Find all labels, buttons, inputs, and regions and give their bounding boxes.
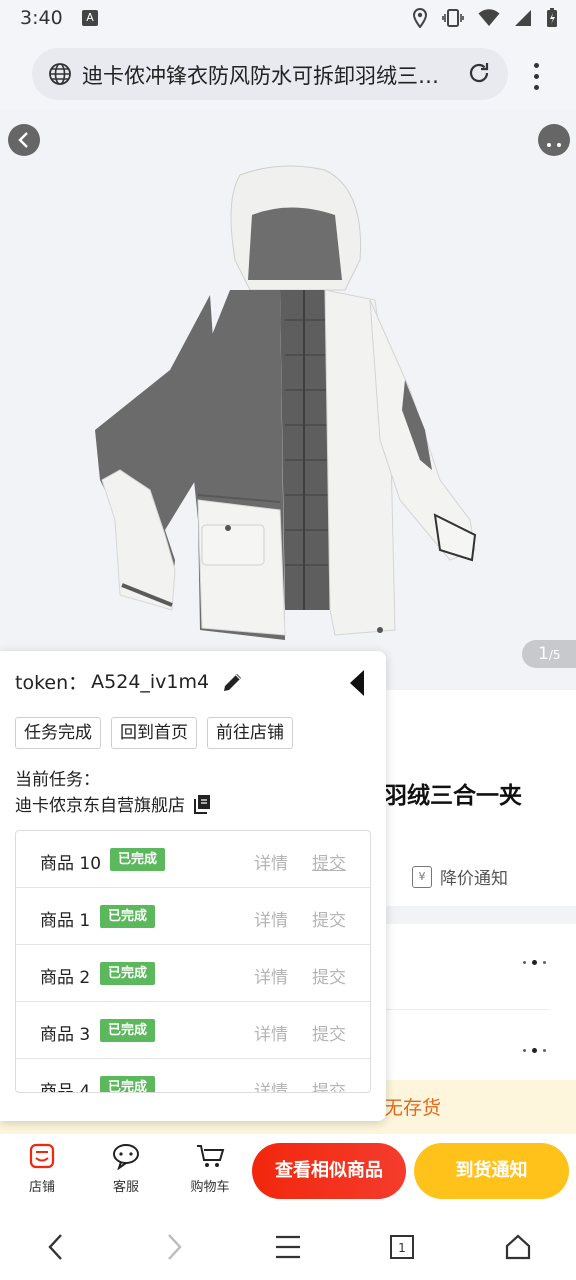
token-row: token： A524_iv1m4 [15,668,245,695]
stock-status-text: 无存货 [384,1097,442,1119]
back-home-button[interactable]: 回到首页 [111,717,197,749]
cart-label: 购物车 [190,1180,230,1195]
jacket-product-image [95,165,477,640]
submit-link[interactable]: 提交 [312,1077,346,1092]
status-icons [412,7,558,29]
token-label: token： [15,672,88,694]
status-badge: 已完成 [100,1019,156,1042]
item-name: 商品 2 [40,968,91,988]
price-alert-label: 降价通知 [440,869,508,889]
service-label: 客服 [112,1180,139,1195]
edit-icon[interactable] [221,670,245,694]
globe-icon [49,63,71,85]
cart-icon [197,1145,225,1167]
cart-tab[interactable]: 购物车 [182,1142,238,1195]
service-tab[interactable]: 客服 [98,1142,154,1195]
panel-button-row: 任务完成 回到首页 前往店铺 [15,717,293,749]
submit-link[interactable]: 提交 [312,963,346,988]
status-time: 3:40 [20,7,63,29]
arrival-notify-button[interactable]: 到货通知 [414,1143,569,1199]
browser-nav-bar: 1 [0,1214,576,1280]
task-complete-button[interactable]: 任务完成 [15,717,101,749]
item-name: 商品 1 [40,911,91,931]
submit-link[interactable]: 提交 [312,849,346,874]
page-title-url: 迪卡侬冲锋衣防风防水可拆卸羽绒三合一夹克 [82,64,452,88]
list-item: 商品 2 已完成 详情 提交 [16,945,370,1002]
location-icon [412,8,428,28]
svg-text:1: 1 [398,1241,406,1255]
browser-toolbar: 迪卡侬冲锋衣防风防水可拆卸羽绒三合一夹克 [0,38,576,110]
item-name: 商品 10 [40,854,102,874]
list-item: 商品 10 已完成 详情 提交 [16,831,370,888]
nav-back-icon[interactable] [44,1232,68,1262]
cell-signal-icon [515,10,531,26]
image-counter: 1/5 [522,640,576,668]
price-alert-button[interactable]: ¥ 降价通知 [412,864,508,889]
battery-icon [547,8,557,27]
status-badge: 已完成 [100,905,156,928]
bottom-action-bar: 店铺 客服 购物车 查看相似商品 到货通知 [0,1134,576,1214]
submit-link[interactable]: 提交 [312,906,346,931]
item-name: 商品 3 [40,1025,91,1045]
shop-tab[interactable]: 店铺 [14,1142,70,1195]
nav-menu-icon[interactable] [274,1232,302,1262]
status-badge: 已完成 [110,848,166,871]
current-task-shop: 迪卡侬京东自营旗舰店 [15,791,211,816]
status-badge: 已完成 [100,962,156,985]
detail-link[interactable]: 详情 [254,849,288,874]
wifi-icon [478,9,500,26]
detail-link[interactable]: 详情 [254,906,288,931]
detail-link[interactable]: 详情 [254,963,288,988]
item-name: 商品 4 [40,1082,91,1093]
current-task-shop-name: 迪卡侬京东自营旗舰店 [15,796,185,816]
go-to-shop-button[interactable]: 前往店铺 [207,717,293,749]
list-item: 商品 3 已完成 详情 提交 [16,1002,370,1059]
detail-link[interactable]: 详情 [254,1077,288,1092]
back-icon[interactable] [8,124,40,156]
nav-home-icon[interactable] [504,1232,532,1262]
task-item-list[interactable]: 商品 10 已完成 详情 提交 商品 1 已完成 详情 提交 商品 2 已完成 … [15,830,371,1093]
token-value: A524_iv1m4 [91,670,210,693]
option-row[interactable] [384,924,550,1010]
current-task-label: 当前任务： [15,770,100,790]
nav-tabs-icon[interactable]: 1 [388,1232,416,1262]
status-bar: 3:40 A [0,0,576,38]
product-gallery[interactable] [0,110,576,690]
task-panel: token： A524_iv1m4 任务完成 回到首页 前往店铺 当前任务： 迪… [0,651,386,1121]
product-title: 羽绒三合一夹 [384,783,522,809]
reload-icon[interactable] [466,60,492,86]
customer-service-icon [113,1144,139,1171]
list-item: 商品 4 已完成 详情 提交 [16,1059,370,1093]
copy-icon[interactable] [193,794,211,814]
browser-menu-icon[interactable] [526,60,546,90]
list-item: 商品 1 已完成 详情 提交 [16,888,370,945]
collapse-panel-icon[interactable] [346,668,368,698]
shop-label: 店铺 [28,1180,55,1195]
more-icon[interactable] [538,124,570,156]
price-tag-icon: ¥ [412,865,432,888]
vibrate-icon [442,9,464,27]
shop-icon [29,1143,55,1169]
nav-forward-icon[interactable] [162,1232,186,1262]
notification-a-icon: A [82,10,98,26]
view-similar-button[interactable]: 查看相似商品 [252,1143,406,1199]
detail-link[interactable]: 详情 [254,1020,288,1045]
more-dots-icon[interactable] [523,960,546,965]
more-dots-icon[interactable] [523,1048,546,1053]
address-bar[interactable]: 迪卡侬冲锋衣防风防水可拆卸羽绒三合一夹克 [32,48,508,100]
status-badge: 已完成 [100,1076,156,1092]
submit-link[interactable]: 提交 [312,1020,346,1045]
